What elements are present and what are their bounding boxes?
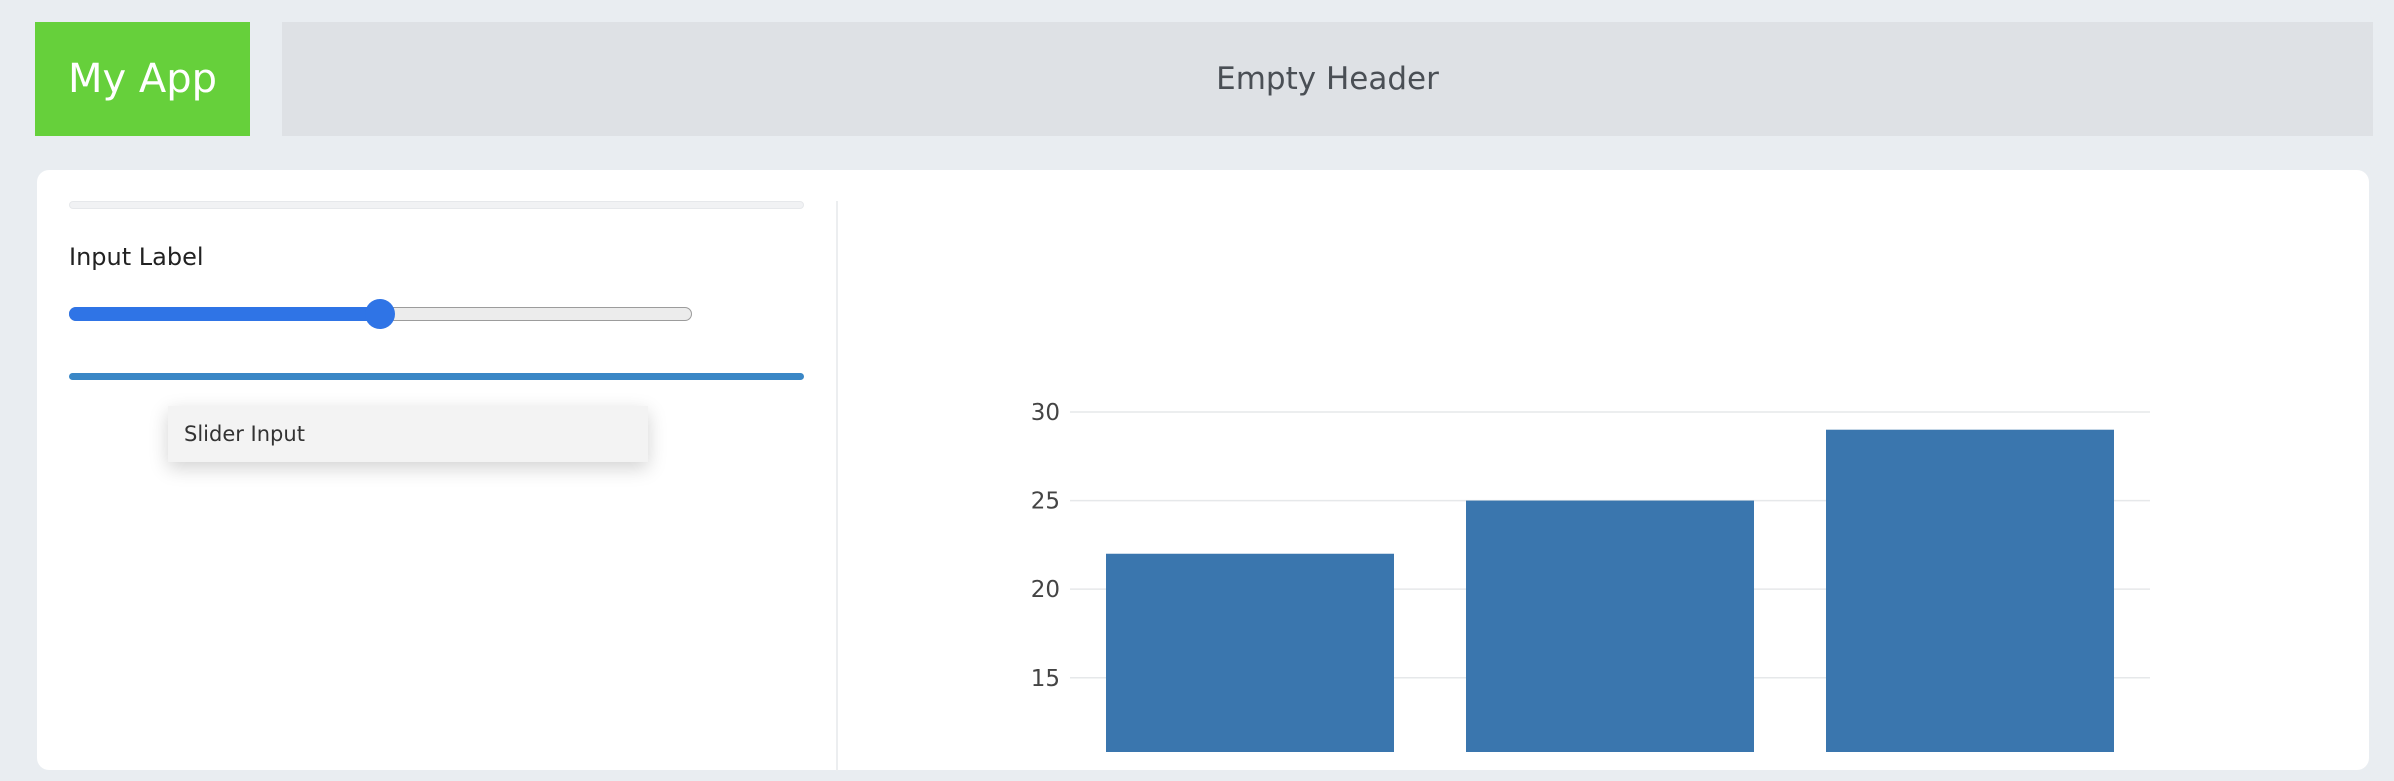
header-title: Empty Header xyxy=(1216,61,1439,97)
slider-fill xyxy=(69,307,380,321)
input-label: Input Label xyxy=(69,243,204,271)
bar[interactable] xyxy=(1106,553,1394,770)
range-slider[interactable] xyxy=(69,299,692,329)
slider-thumb[interactable] xyxy=(364,299,395,329)
y-tick-label: 20 xyxy=(1031,577,1060,603)
main-card: Input Label Slider Input 15 20 25 30 xyxy=(37,170,2369,771)
bar[interactable] xyxy=(1826,429,2114,770)
slider-tooltip: Slider Input xyxy=(168,406,648,462)
y-tick-label: 15 xyxy=(1031,666,1060,692)
tooltip-text: Slider Input xyxy=(184,422,305,446)
controls-panel: Input Label Slider Input xyxy=(69,201,804,781)
bar[interactable] xyxy=(1466,500,1754,770)
app-title: My App xyxy=(67,56,218,102)
y-tick-label: 30 xyxy=(1031,400,1060,426)
chart-svg: 15 20 25 30 xyxy=(1031,400,2150,770)
bar-chart: 15 20 25 30 xyxy=(857,170,2357,770)
panel-divider xyxy=(836,201,838,771)
header-bar: Empty Header xyxy=(282,22,2373,136)
top-progress-track xyxy=(69,201,804,209)
y-tick-label: 25 xyxy=(1031,489,1060,515)
app-logo: My App xyxy=(35,22,250,136)
progress-bar xyxy=(69,373,804,380)
